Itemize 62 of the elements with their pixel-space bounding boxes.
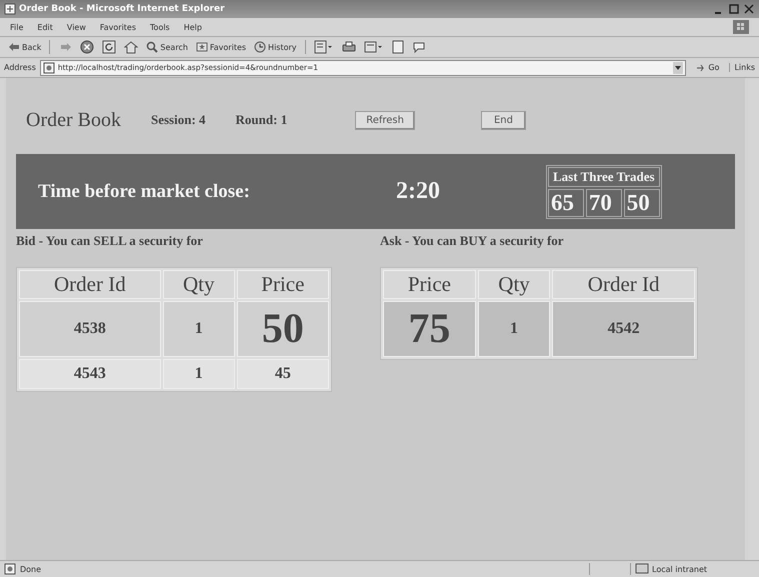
back-arrow-icon <box>8 42 20 52</box>
book-heading: Ask - You can BUY a security for <box>380 233 565 249</box>
round-label: Round: 1 <box>236 112 288 128</box>
timer-value: 2:20 <box>396 178 441 205</box>
address-label: Address <box>4 63 36 72</box>
menu-item[interactable]: Help <box>184 22 202 32</box>
status-text: Done <box>20 564 42 574</box>
trade-price: 50 <box>624 188 660 216</box>
column-header: Qty <box>162 270 235 299</box>
browser-icon <box>4 3 16 15</box>
favorites-button[interactable]: Favorites <box>196 41 246 53</box>
go-arrow-icon <box>696 62 706 72</box>
trade-price: 70 <box>586 188 622 216</box>
table-cell: 50 <box>236 301 329 357</box>
table-cell: 4542 <box>552 301 695 357</box>
zone-text: Local intranet <box>652 564 708 574</box>
column-header: Order Id <box>552 270 695 299</box>
page-title: Order Book <box>26 108 121 132</box>
column-header: Order Id <box>19 270 161 299</box>
windows-logo-icon <box>733 20 749 34</box>
back-button[interactable]: Back <box>8 42 42 52</box>
search-icon <box>146 41 158 53</box>
table-cell: 4543 <box>19 359 161 389</box>
table-cell: 1 <box>162 301 235 357</box>
timer-label: Time before market close: <box>38 180 251 202</box>
maximize-icon[interactable] <box>728 3 740 15</box>
menu-item[interactable]: File <box>10 22 24 32</box>
stop-icon[interactable] <box>80 40 94 54</box>
menu-item[interactable]: View <box>66 22 86 32</box>
table-cell: 45 <box>236 359 329 389</box>
printer-icon[interactable] <box>342 40 356 54</box>
column-header: Qty <box>478 270 550 299</box>
menu-item[interactable]: Tools <box>150 22 170 32</box>
table-cell: 75 <box>383 301 476 357</box>
table-cell: 4538 <box>19 301 161 357</box>
document-icon[interactable] <box>364 40 384 54</box>
refresh-icon[interactable] <box>102 40 116 54</box>
menu-item[interactable]: Edit <box>37 22 53 32</box>
page-button[interactable]: End <box>480 110 526 130</box>
links-button[interactable]: Links <box>729 63 755 72</box>
page-icon <box>42 62 55 74</box>
star-folder-icon <box>196 41 208 53</box>
book-heading: Bid - You can SELL a security for <box>16 233 204 249</box>
window-title: Order Book - Microsoft Internet Explorer <box>19 4 225 14</box>
session-label: Session: 4 <box>150 112 206 128</box>
go-button[interactable]: Go <box>690 62 726 74</box>
table-cell: 1 <box>478 301 550 357</box>
history-button[interactable]: History <box>254 41 297 53</box>
clock-icon <box>254 41 266 53</box>
column-header: Price <box>383 270 476 299</box>
page-icon[interactable] <box>392 40 404 54</box>
close-icon[interactable] <box>743 3 755 15</box>
speech-bubble-icon[interactable] <box>412 40 426 54</box>
page-button[interactable]: Refresh <box>355 110 415 130</box>
menu-item[interactable]: Favorites <box>100 22 136 32</box>
column-header: Price <box>236 270 329 299</box>
table-cell: 1 <box>162 359 235 389</box>
search-button[interactable]: Search <box>146 41 188 53</box>
trades-title: Last Three Trades <box>548 166 660 186</box>
home-icon[interactable] <box>124 40 138 54</box>
page-icon <box>4 563 16 575</box>
trade-price: 65 <box>548 188 584 216</box>
